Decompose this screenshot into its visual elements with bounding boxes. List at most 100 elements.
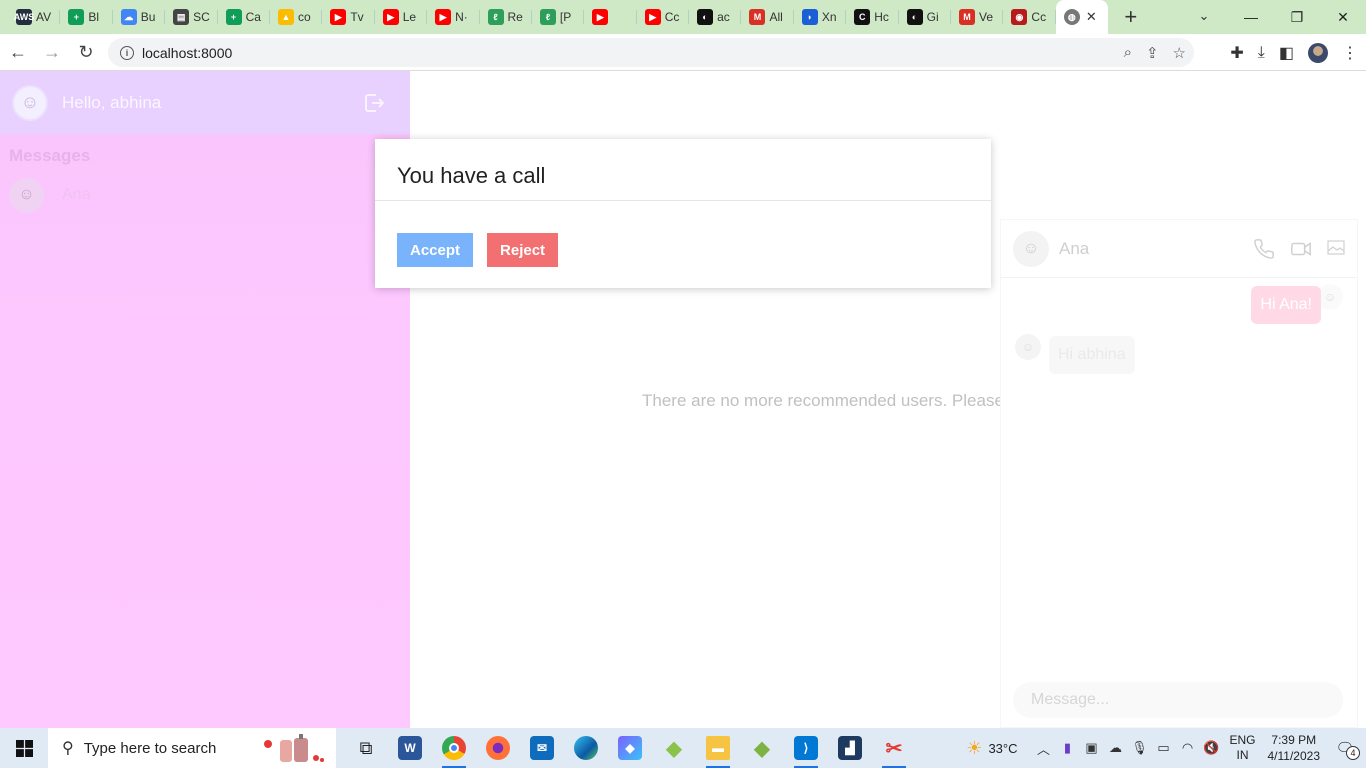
tab-favicon-icon: ▶ — [330, 9, 347, 25]
reload-button[interactable]: ↻ — [70, 36, 102, 68]
zoom-icon[interactable]: ⌕ — [1124, 44, 1132, 61]
taskbar-word[interactable]: W — [388, 728, 432, 768]
clock[interactable]: 7:39 PM 4/11/2023 — [1268, 732, 1321, 764]
task-view-icon: ⧉ — [359, 737, 373, 758]
browser-tab[interactable]: ℓ Re — [480, 4, 532, 30]
windows-logo-icon — [15, 739, 33, 757]
browser-tab[interactable]: ◗ Xn — [794, 4, 847, 30]
browser-tabstrip: AWS AV + Bl ☁ Bu ▤ SC + Ca ▲ co ▶ Tv ▶ Le ▶ N· ℓ Re ℓ [P ▶ ▶ Cc ◐… — [0, 0, 1366, 34]
tab-list: AWS AV + Bl ☁ Bu ▤ SC + Ca ▲ co ▶ Tv ▶ Le ▶ N· ℓ Re ℓ [P ▶ ▶ Cc ◐… — [0, 0, 1146, 34]
tab-favicon-icon: + — [225, 9, 242, 25]
language-indicator[interactable]: ENG IN — [1229, 733, 1255, 763]
browser-tab[interactable]: ▶ Cc — [637, 4, 690, 30]
taskbar-mail[interactable]: ✉ — [520, 728, 564, 768]
bookmark-star-icon[interactable]: ☆ — [1173, 44, 1186, 62]
browser-tab[interactable]: ℓ [P — [532, 4, 585, 30]
lang-line2: IN — [1236, 748, 1249, 762]
tab-title: Ca — [245, 10, 261, 24]
taskbar-search[interactable]: ⚲ Type here to search — [48, 728, 336, 768]
notification-badge: 4 — [1346, 746, 1360, 760]
menu-kebab-icon[interactable]: ⋮ — [1342, 43, 1358, 63]
taskbar-terminal[interactable]: ▟ — [828, 728, 872, 768]
volume-muted-icon[interactable]: 🔇 — [1199, 740, 1223, 756]
browser-tab[interactable]: ◐ Gi — [899, 4, 952, 30]
clock-date: 4/11/2023 — [1267, 749, 1321, 763]
browser-tab[interactable]: ☁ Bu — [113, 4, 166, 30]
browser-tab[interactable]: ▲ co — [270, 4, 323, 30]
back-button[interactable]: ← — [2, 36, 34, 68]
microphone-icon[interactable]: 🎙 — [1127, 740, 1151, 756]
show-hidden-icons-chevron-icon[interactable]: ︿ — [1031, 739, 1055, 758]
tab-title: [P — [559, 10, 572, 24]
address-bar[interactable]: i localhost:8000 ⌕ ⇪ ☆ — [108, 38, 1194, 67]
camera-icon[interactable]: ▣ — [1079, 740, 1103, 756]
site-info-icon[interactable]: i — [120, 45, 134, 60]
taskbar-snipping-tool[interactable]: ✂ — [872, 728, 916, 768]
tab-favicon-icon: ◐ — [697, 9, 714, 25]
tab-title: Tv — [350, 10, 364, 24]
browser-tab[interactable]: ▶ Le — [375, 4, 428, 30]
download-icon[interactable]: ⤓ — [1258, 44, 1265, 62]
chrome-icon — [442, 736, 466, 760]
reject-button[interactable]: Reject — [487, 233, 559, 267]
onedrive-icon[interactable]: ☁ — [1103, 740, 1127, 756]
browser-tab[interactable]: ▶ N· — [427, 4, 480, 30]
windows-taskbar: ⚲ Type here to search ⧉ W ✉ ◆ ◆ ▬ ◆ ⟩ ▟ … — [0, 728, 1366, 768]
close-window-button[interactable]: ✕ — [1320, 0, 1366, 34]
browser-tab[interactable]: + Ca — [218, 4, 270, 30]
tab-title: Bl — [88, 10, 100, 24]
tab-title: N· — [455, 10, 468, 24]
taskbar-vscode[interactable]: ⟩ — [784, 728, 828, 768]
notification-center-button[interactable]: 🗨 4 — [1332, 736, 1360, 760]
weather-widget[interactable]: ☀ 33°C — [966, 738, 1017, 759]
tab-favicon-icon: C — [854, 9, 871, 25]
tab-search-chevron-icon[interactable]: ⌄ — [1190, 4, 1218, 28]
browser-tab[interactable]: + Bl — [60, 4, 113, 30]
taskbar-firefox[interactable] — [476, 728, 520, 768]
tab-title: Le — [402, 10, 417, 24]
restore-button[interactable]: ❐ — [1274, 0, 1320, 34]
task-view-button[interactable]: ⧉ — [344, 728, 388, 768]
browser-tab[interactable]: ▤ SC — [165, 4, 218, 30]
microphone-app-icon[interactable]: ▮ — [1055, 740, 1079, 756]
git-icon: ◆ — [754, 737, 770, 760]
browser-tab[interactable]: ▶ Tv — [322, 4, 375, 30]
forward-button[interactable]: → — [36, 36, 68, 68]
accept-button[interactable]: Accept — [397, 233, 474, 267]
new-tab-button[interactable]: + — [1116, 2, 1146, 32]
browser-tab[interactable]: C Hc — [846, 4, 899, 30]
edge-icon — [574, 736, 598, 760]
browser-tab[interactable]: M All — [741, 4, 794, 30]
start-button[interactable] — [0, 728, 48, 768]
globe-favicon-icon: ◍ — [1063, 9, 1080, 25]
diamond-app-icon: ◆ — [666, 737, 682, 760]
vscode-icon: ⟩ — [794, 736, 818, 760]
minimize-button[interactable]: — — [1228, 0, 1274, 34]
profile-avatar[interactable] — [1308, 42, 1328, 63]
tab-title: Hc — [874, 10, 889, 24]
tab-favicon-icon: ◐ — [906, 9, 923, 25]
battery-icon[interactable]: ▭ — [1151, 740, 1175, 756]
active-browser-tab[interactable]: ◍ ✕ — [1055, 0, 1108, 34]
browser-tab[interactable]: M Ve — [951, 4, 1004, 30]
wifi-icon[interactable]: ◠ — [1175, 740, 1199, 756]
taskbar-gitkraken[interactable]: ◆ — [652, 728, 696, 768]
taskbar-copilot[interactable]: ◆ — [608, 728, 652, 768]
browser-tab[interactable]: ▶ — [584, 4, 637, 30]
side-panel-icon[interactable]: ◧ — [1279, 43, 1294, 63]
share-icon[interactable]: ⇪ — [1146, 44, 1159, 62]
taskbar-git-gui[interactable]: ◆ — [740, 728, 784, 768]
taskbar-edge[interactable] — [564, 728, 608, 768]
tab-title: Xn — [821, 10, 837, 24]
browser-tab[interactable]: AWS AV — [8, 4, 61, 30]
extensions-icon[interactable]: ✚ — [1230, 43, 1243, 63]
tab-title: Bu — [140, 10, 156, 24]
taskbar-file-explorer[interactable]: ▬ — [696, 728, 740, 768]
tab-favicon-icon: ☁ — [120, 9, 137, 25]
tab-favicon-icon: ◗ — [801, 9, 818, 25]
taskbar-chrome[interactable] — [432, 728, 476, 768]
tab-favicon-icon: ▤ — [173, 9, 190, 25]
close-tab-icon[interactable]: ✕ — [1086, 9, 1097, 25]
browser-tab[interactable]: ◐ ac — [689, 4, 742, 30]
browser-tab[interactable]: ◉ Cc — [1003, 4, 1056, 30]
